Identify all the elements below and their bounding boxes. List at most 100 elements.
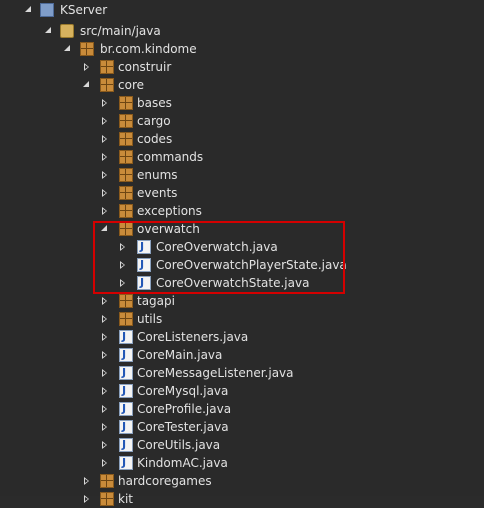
package-label: commands — [137, 150, 204, 164]
tree-row-project[interactable]: KServer — [0, 1, 484, 19]
package-label: enums — [137, 168, 178, 182]
tree-row-file-core-message-listener[interactable]: J CoreMessageListener.java — [0, 364, 484, 382]
java-file-icon: J — [119, 420, 133, 434]
tree-row-package-overwatch[interactable]: overwatch — [0, 220, 484, 238]
collapse-toggle[interactable] — [100, 436, 110, 454]
expand-toggle[interactable] — [82, 76, 92, 94]
tree-row-file-core-mysql[interactable]: J CoreMysql.java — [0, 382, 484, 400]
collapse-toggle[interactable] — [100, 454, 110, 472]
collapse-toggle[interactable] — [100, 382, 110, 400]
package-icon — [119, 96, 133, 110]
collapse-toggle[interactable] — [100, 94, 110, 112]
tree-row-package-commands[interactable]: commands — [0, 148, 484, 166]
collapse-toggle[interactable] — [100, 346, 110, 364]
tree-row-file-core-overwatch-player-state[interactable]: J CoreOverwatchPlayerState.java — [0, 256, 484, 274]
collapse-toggle[interactable] — [118, 238, 128, 256]
java-file-icon: J — [119, 348, 133, 362]
collapse-toggle[interactable] — [100, 112, 110, 130]
package-icon — [100, 78, 114, 92]
file-label: KindomAC.java — [137, 456, 228, 470]
tree-row-file-core-overwatch-state[interactable]: J CoreOverwatchState.java — [0, 274, 484, 292]
tree-row-file-core-utils[interactable]: J CoreUtils.java — [0, 436, 484, 454]
package-icon — [119, 204, 133, 218]
package-label: br.com.kindome — [100, 42, 197, 56]
collapse-toggle[interactable] — [118, 274, 128, 292]
package-explorer-tree: KServer src/main/java br.com.kindome con… — [0, 0, 484, 506]
tree-row-package-tagapi[interactable]: tagapi — [0, 292, 484, 310]
collapse-toggle[interactable] — [82, 472, 92, 490]
source-folder-label: src/main/java — [80, 24, 161, 38]
tree-row-file-core-listeners[interactable]: J CoreListeners.java — [0, 328, 484, 346]
tree-row-package-bases[interactable]: bases — [0, 94, 484, 112]
collapse-toggle[interactable] — [118, 256, 128, 274]
java-file-icon: J — [119, 330, 133, 344]
package-label: exceptions — [137, 204, 202, 218]
package-icon — [119, 222, 133, 236]
collapse-toggle[interactable] — [82, 490, 92, 508]
java-file-icon: J — [119, 402, 133, 416]
tree-row-root-package[interactable]: br.com.kindome — [0, 40, 484, 58]
java-file-icon: J — [119, 366, 133, 380]
tree-row-file-kindom-ac[interactable]: J KindomAC.java — [0, 454, 484, 472]
package-icon — [80, 42, 94, 56]
tree-row-package-codes[interactable]: codes — [0, 130, 484, 148]
expand-toggle[interactable] — [44, 22, 54, 40]
tree-row-package-partial[interactable]: kit — [0, 490, 484, 508]
collapse-toggle[interactable] — [100, 148, 110, 166]
file-label: CoreProfile.java — [137, 402, 232, 416]
collapse-toggle[interactable] — [100, 130, 110, 148]
tree-row-file-core-main[interactable]: J CoreMain.java — [0, 346, 484, 364]
project-label: KServer — [60, 3, 108, 17]
package-label: tagapi — [137, 294, 175, 308]
java-file-icon: J — [137, 258, 151, 272]
file-label: CoreMysql.java — [137, 384, 229, 398]
tree-row-package-core[interactable]: core — [0, 76, 484, 94]
tree-row-package-construir[interactable]: construir — [0, 58, 484, 76]
collapse-toggle[interactable] — [100, 166, 110, 184]
file-label: CoreMain.java — [137, 348, 223, 362]
collapse-toggle[interactable] — [100, 184, 110, 202]
package-icon — [119, 132, 133, 146]
file-label: CoreTester.java — [137, 420, 229, 434]
package-icon — [100, 474, 114, 488]
collapse-toggle[interactable] — [100, 400, 110, 418]
tree-row-package-utils[interactable]: utils — [0, 310, 484, 328]
expand-toggle[interactable] — [24, 1, 34, 19]
package-icon — [119, 312, 133, 326]
package-label: construir — [118, 60, 172, 74]
package-label: overwatch — [137, 222, 200, 236]
package-icon — [119, 150, 133, 164]
collapse-toggle[interactable] — [100, 328, 110, 346]
tree-row-package-cargo[interactable]: cargo — [0, 112, 484, 130]
package-label: cargo — [137, 114, 171, 128]
collapse-toggle[interactable] — [100, 292, 110, 310]
file-label: CoreOverwatch.java — [156, 240, 278, 254]
collapse-toggle[interactable] — [100, 364, 110, 382]
java-file-icon: J — [119, 456, 133, 470]
package-icon — [100, 60, 114, 74]
collapse-toggle[interactable] — [100, 310, 110, 328]
package-label: bases — [137, 96, 172, 110]
package-label: hardcoregames — [118, 474, 212, 488]
tree-row-source-folder[interactable]: src/main/java — [0, 22, 484, 40]
tree-row-file-core-tester[interactable]: J CoreTester.java — [0, 418, 484, 436]
package-icon — [119, 294, 133, 308]
source-folder-icon — [60, 24, 74, 38]
collapse-toggle[interactable] — [100, 202, 110, 220]
package-label: events — [137, 186, 178, 200]
tree-row-package-exceptions[interactable]: exceptions — [0, 202, 484, 220]
expand-toggle[interactable] — [63, 40, 73, 58]
package-label: kit — [118, 492, 133, 506]
tree-row-package-enums[interactable]: enums — [0, 166, 484, 184]
collapse-toggle[interactable] — [82, 58, 92, 76]
package-icon — [119, 168, 133, 182]
tree-row-file-core-overwatch[interactable]: J CoreOverwatch.java — [0, 238, 484, 256]
file-label: CoreListeners.java — [137, 330, 249, 344]
expand-toggle[interactable] — [100, 220, 110, 238]
tree-row-package-hardcoregames[interactable]: hardcoregames — [0, 472, 484, 490]
tree-row-file-core-profile[interactable]: J CoreProfile.java — [0, 400, 484, 418]
java-file-icon: J — [137, 276, 151, 290]
tree-row-package-events[interactable]: events — [0, 184, 484, 202]
collapse-toggle[interactable] — [100, 418, 110, 436]
java-file-icon: J — [119, 384, 133, 398]
